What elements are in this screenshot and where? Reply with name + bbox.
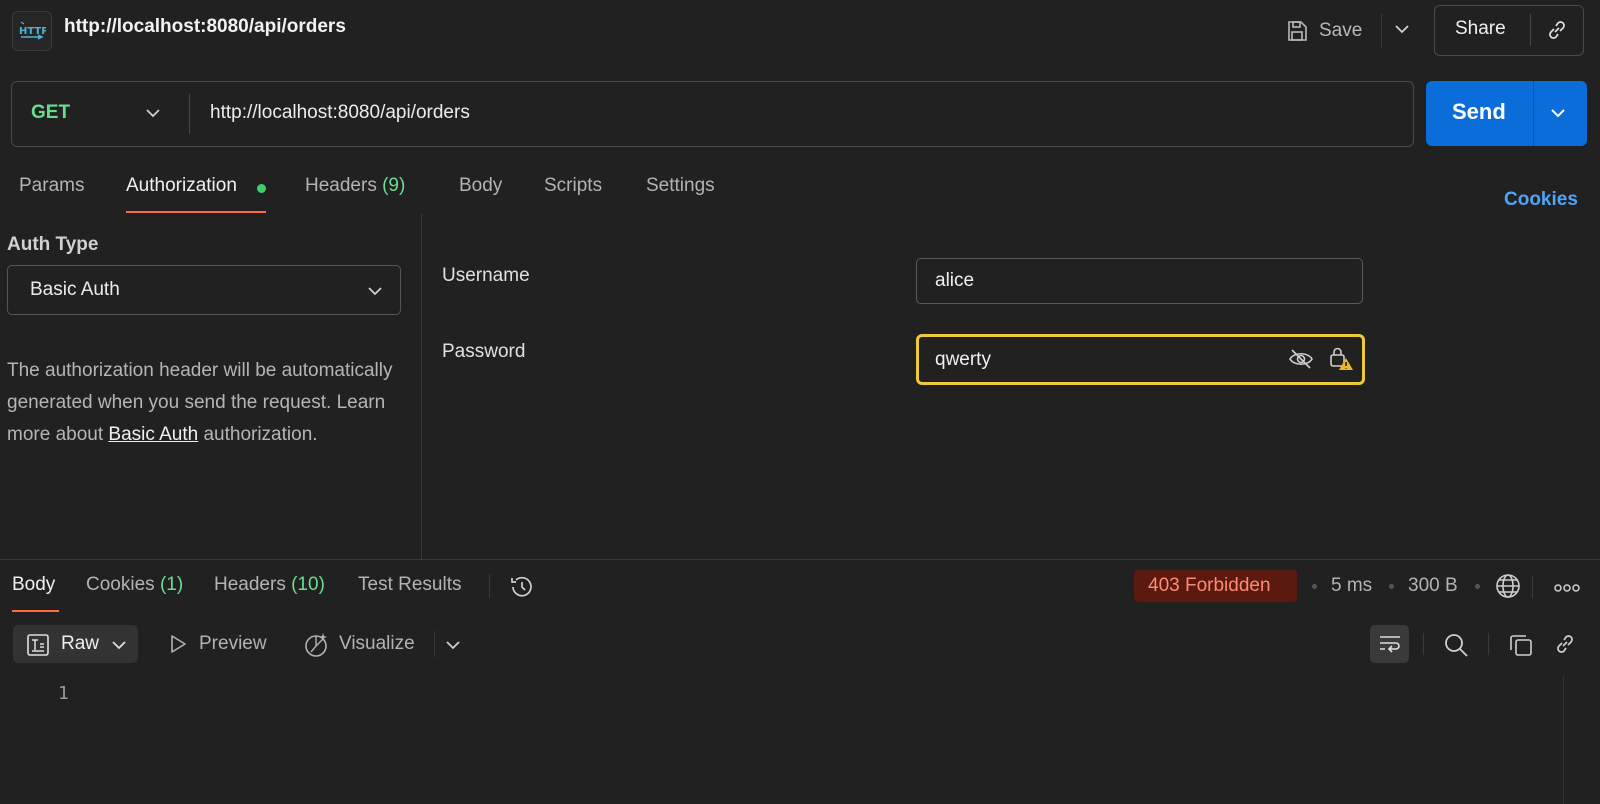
chevron-down-icon[interactable] (144, 104, 162, 122)
response-tab-headers[interactable]: Headers (10) (214, 574, 325, 596)
divider (189, 94, 190, 134)
basic-auth-link[interactable]: Basic Auth (108, 424, 198, 445)
status-code: 403 Forbidden (1148, 575, 1271, 596)
separator-dot (1312, 584, 1317, 589)
status-dot (257, 184, 266, 193)
username-value: alice (935, 270, 975, 291)
text-format-icon (27, 634, 49, 656)
divider (1530, 14, 1531, 46)
chevron-down-icon[interactable] (445, 637, 461, 653)
divider (1488, 633, 1489, 655)
send-label: Send (1452, 99, 1506, 124)
password-label: Password (442, 341, 526, 362)
http-icon: HTTP (12, 11, 52, 51)
chevron-down-icon (366, 282, 384, 300)
line-number: 1 (58, 683, 69, 704)
save-button[interactable]: Save (1285, 14, 1362, 48)
lock-warning-icon[interactable] (1328, 345, 1354, 371)
response-size: 300 B (1408, 575, 1458, 596)
active-tab-underline (12, 610, 59, 612)
share-label: Share (1455, 18, 1506, 39)
method-select[interactable]: GET (31, 102, 70, 124)
response-tab-test-results[interactable]: Test Results (358, 574, 461, 596)
tab-params[interactable]: Params (19, 175, 84, 197)
send-options-chevron-down-icon[interactable] (1549, 104, 1567, 122)
separator-dot (1475, 584, 1480, 589)
play-icon[interactable] (168, 634, 188, 654)
tab-scripts[interactable]: Scripts (544, 175, 602, 197)
panel-divider (421, 214, 422, 559)
chevron-down-icon (111, 637, 127, 653)
divider (1381, 14, 1382, 48)
response-tab-cookies[interactable]: Cookies (1) (86, 574, 183, 596)
save-icon (1288, 21, 1307, 41)
username-field[interactable] (916, 258, 1363, 304)
cookies-link[interactable]: Cookies (1504, 189, 1578, 211)
response-time: 5 ms (1331, 575, 1373, 596)
divider (434, 631, 435, 657)
globe-icon[interactable] (1494, 572, 1522, 600)
active-tab-underline (126, 211, 266, 213)
divider (1423, 633, 1424, 655)
url-input[interactable]: http://localhost:8080/api/orders (210, 102, 470, 124)
divider (1533, 81, 1534, 146)
visualize-button[interactable]: Visualize (339, 633, 415, 655)
divider (0, 559, 1600, 560)
auth-description: The authorization header will be automat… (7, 360, 393, 445)
auth-type-label: Auth Type (7, 234, 99, 255)
username-label: Username (442, 265, 530, 286)
history-icon[interactable] (508, 573, 536, 601)
word-wrap-icon (1378, 633, 1402, 655)
eye-off-icon[interactable] (1288, 348, 1314, 370)
response-tab-body[interactable]: Body (12, 574, 55, 596)
copy-icon[interactable] (1508, 632, 1534, 658)
more-options-icon[interactable] (1554, 583, 1580, 593)
copy-link-icon[interactable] (1545, 18, 1569, 42)
separator-dot (1389, 584, 1394, 589)
svg-text:HTTP: HTTP (19, 26, 46, 37)
divider (489, 574, 490, 598)
request-title: http://localhost:8080/api/orders (64, 16, 346, 37)
link-icon[interactable] (1553, 632, 1577, 656)
search-icon[interactable] (1443, 632, 1469, 658)
save-options-chevron-down-icon[interactable] (1393, 20, 1411, 38)
tab-body[interactable]: Body (459, 175, 502, 197)
save-label: Save (1319, 20, 1363, 41)
divider (1532, 576, 1533, 598)
visualize-icon[interactable] (303, 632, 329, 658)
preview-button[interactable]: Preview (199, 633, 267, 655)
tab-authorization[interactable]: Authorization (126, 175, 237, 197)
tab-settings[interactable]: Settings (646, 175, 715, 197)
scrollbar[interactable] (1563, 676, 1564, 804)
tab-headers[interactable]: Headers (9) (305, 175, 405, 197)
format-label: Raw (61, 633, 100, 654)
password-value: qwerty (935, 349, 991, 370)
auth-type-value: Basic Auth (30, 279, 120, 300)
